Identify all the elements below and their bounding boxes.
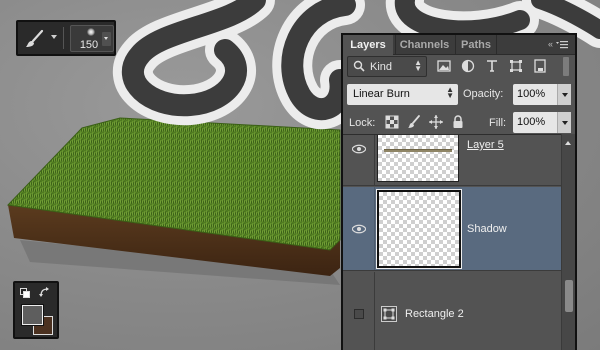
layer-name[interactable]: Rectangle 2 [405, 308, 464, 320]
panel-tab-bar: Layers Channels Paths « [343, 35, 575, 55]
brush-preset-dropdown-icon[interactable] [102, 32, 111, 46]
visibility-toggle[interactable] [343, 272, 375, 350]
fill-field[interactable]: 100% [513, 112, 571, 133]
layer-thumbnail [376, 189, 462, 269]
scroll-thumb[interactable] [565, 280, 573, 312]
select-arrows-icon: ▲ ▼ [414, 58, 422, 73]
select-arrows-icon: ▲ ▼ [446, 85, 454, 100]
layer-name[interactable]: Layer 5 [467, 139, 504, 151]
lock-label: Lock: [349, 117, 376, 129]
default-colors-icon[interactable] [20, 288, 30, 298]
lock-position-icon[interactable] [429, 115, 443, 129]
layer-row-layer-5[interactable]: Layer 5 [343, 135, 563, 186]
shape-filter-icon[interactable] [509, 59, 523, 73]
search-icon [353, 60, 365, 72]
fill-label: Fill: [489, 117, 507, 129]
scroll-up-icon[interactable] [565, 141, 571, 145]
brush-tip-icon [87, 28, 95, 36]
opacity-label: Opacity: [463, 88, 504, 100]
panel-menu-icon[interactable] [556, 41, 568, 49]
grass-strip-thumbnail [384, 149, 452, 152]
tool-preset-caret-icon[interactable] [51, 35, 57, 39]
brush-preset-picker[interactable]: 150 [70, 25, 114, 52]
layer-name[interactable]: Shadow [467, 223, 507, 235]
brush-options-bar: 150 [16, 20, 116, 56]
filter-toggle-switch[interactable] [563, 57, 569, 76]
brush-icon[interactable] [24, 29, 46, 49]
foreground-color-swatch[interactable] [21, 304, 44, 326]
tab-paths[interactable]: Paths [455, 35, 497, 55]
adjustment-filter-icon[interactable] [461, 59, 475, 73]
lock-all-icon[interactable] [451, 115, 465, 129]
layers-scrollbar[interactable] [561, 134, 575, 350]
blend-mode-select[interactable]: Linear Burn ▲ ▼ [347, 84, 458, 105]
opacity-value: 100% [517, 88, 546, 100]
fill-value: 100% [517, 116, 546, 128]
layers-list: Layer 5 Shadow Rectangle 2 [343, 134, 563, 350]
shape-layer-icon [381, 306, 397, 322]
collapse-panel-icon[interactable]: « [548, 39, 553, 49]
tab-layers[interactable]: Layers [343, 35, 393, 55]
toolbar-divider [63, 27, 64, 49]
hidden-visibility-box [354, 309, 364, 319]
filter-kind-label: Kind [370, 61, 393, 73]
fill-dropdown-icon[interactable] [557, 112, 571, 133]
lock-image-pixels-icon[interactable] [407, 115, 421, 129]
lock-transparent-pixels-icon[interactable] [385, 115, 399, 129]
eye-icon [352, 224, 366, 234]
filter-kind-select[interactable]: Kind ▲ ▼ [347, 56, 427, 77]
layer-thumbnail [377, 135, 459, 182]
eye-icon [352, 144, 366, 154]
swap-colors-icon[interactable] [39, 287, 51, 299]
color-swatches [13, 281, 59, 339]
type-filter-icon[interactable] [485, 59, 499, 73]
image-filter-icon[interactable] [437, 59, 451, 73]
layer-row-shadow[interactable]: Shadow [343, 187, 563, 271]
smart-object-filter-icon[interactable] [533, 59, 547, 73]
brush-size-value: 150 [79, 39, 99, 51]
layer-row-rectangle-2[interactable]: Rectangle 2 [343, 272, 563, 350]
opacity-field[interactable]: 100% [513, 84, 571, 105]
visibility-toggle[interactable] [343, 135, 375, 185]
layers-panel: Layers Channels Paths « Kind ▲ ▼ Linear … [341, 33, 577, 350]
visibility-toggle[interactable] [343, 187, 375, 270]
tab-channels[interactable]: Channels [395, 35, 453, 55]
opacity-dropdown-icon[interactable] [557, 84, 571, 105]
blend-mode-value: Linear Burn [353, 88, 410, 100]
